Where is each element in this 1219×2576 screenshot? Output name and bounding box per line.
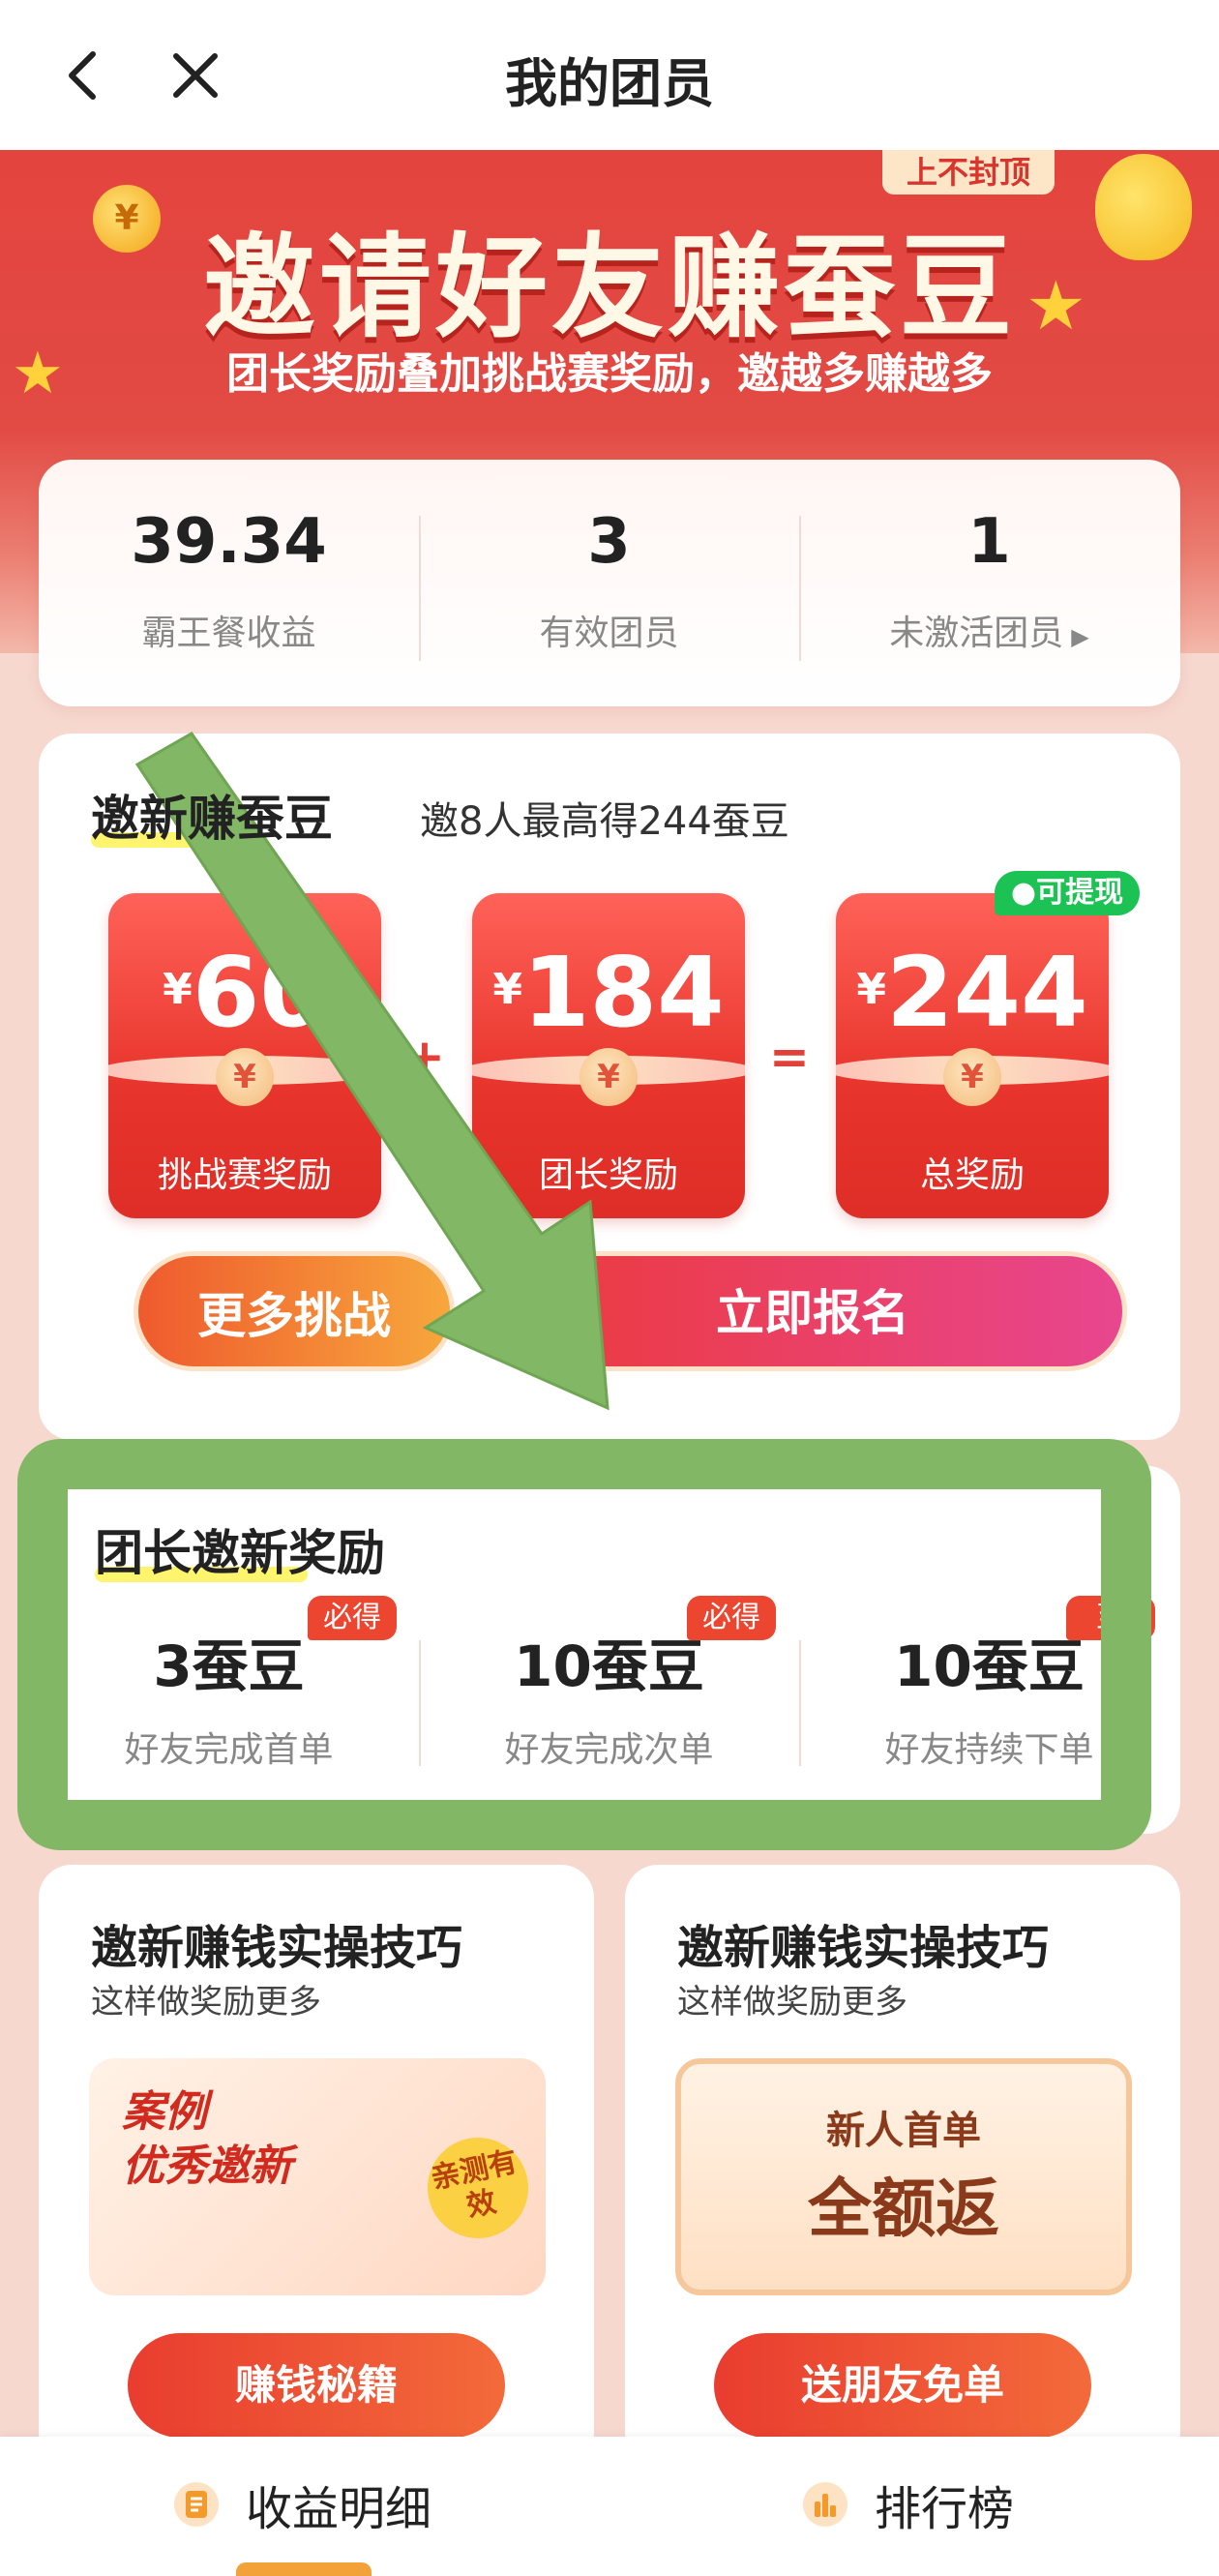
- currency-symbol: ¥: [856, 965, 886, 1014]
- tab-leaderboard[interactable]: 排行榜: [803, 2466, 1014, 2543]
- chevron-right-icon: ▶: [1071, 623, 1089, 650]
- bar-chart-icon: [803, 2482, 847, 2527]
- packet-amount: 244: [885, 936, 1088, 1049]
- invite-subtitle: 邀8人最高得244蚕豆: [420, 799, 789, 844]
- tab-label: 收益明细: [246, 2482, 432, 2536]
- tip-card-secrets[interactable]: 邀新赚钱实操技巧 这样做奖励更多 案例 优秀邀新 亲测有效 赚钱秘籍: [39, 1865, 594, 2465]
- tip-subtitle: 这样做奖励更多: [677, 1983, 907, 2022]
- banner-subtitle: 团长奖励叠加挑战赛奖励，邀越多赚越多: [226, 349, 993, 399]
- equals-sign: =: [769, 1029, 810, 1085]
- uncapped-tag: 上不封顶: [882, 150, 1055, 195]
- invite-title: 邀新赚蚕豆: [91, 791, 333, 847]
- stat-value: 1: [967, 506, 1011, 578]
- packet-amount: 60: [192, 936, 327, 1049]
- packet-amount: 184: [521, 936, 725, 1049]
- sign-up-now-button[interactable]: 立即报名: [498, 1251, 1127, 1371]
- banner-title: 邀请好友赚蚕豆: [203, 223, 1016, 353]
- packet-caption: 团长奖励: [538, 1155, 678, 1195]
- case-study-image: 案例 优秀邀新 亲测有效: [89, 2058, 546, 2295]
- full-refund-image: 新人首单 全额返: [675, 2058, 1132, 2295]
- packet-caption: 总奖励: [919, 1155, 1025, 1195]
- currency-symbol: ¥: [492, 965, 522, 1014]
- yuan-coin-icon: ¥: [943, 1048, 1001, 1106]
- stat-inactive-members[interactable]: 1 未激活团员 ▶: [799, 460, 1179, 706]
- currency-symbol: ¥: [163, 965, 193, 1014]
- stat-earnings[interactable]: 39.34 霸王餐收益: [39, 460, 419, 706]
- yuan-coin-icon: ¥: [580, 1048, 638, 1106]
- yuan-coin-icon: ¥: [216, 1048, 274, 1106]
- more-challenges-button[interactable]: 更多挑战: [134, 1251, 455, 1371]
- invite-title-wrap: 邀新赚蚕豆: [91, 780, 333, 850]
- tip-subtitle: 这样做奖励更多: [91, 1983, 321, 2022]
- packet-caption: 挑战赛奖励: [157, 1155, 332, 1195]
- tab-earnings-detail[interactable]: 收益明细: [174, 2466, 431, 2543]
- tested-seal: 亲测有效: [418, 2128, 538, 2248]
- withdrawable-badge: ●可提现: [995, 871, 1140, 915]
- red-packet-total: ¥244 ¥ 总奖励: [836, 893, 1109, 1218]
- document-icon: [174, 2482, 219, 2527]
- red-packet-challenge: ¥60 ¥ 挑战赛奖励: [108, 893, 381, 1218]
- stats-card: 39.34 霸王餐收益 3 有效团员 1 未激活团员 ▶: [39, 460, 1180, 706]
- leader-title-wrap: 团长邀新奖励: [95, 1514, 385, 1584]
- stat-value: 39.34: [131, 506, 327, 578]
- wechat-icon: ●: [1010, 876, 1037, 910]
- stat-label: 有效团员: [539, 614, 679, 653]
- tip-card-free-order[interactable]: 邀新赚钱实操技巧 这样做奖励更多 新人首单 全额返 送朋友免单: [625, 1865, 1180, 2465]
- leader-title: 团长邀新奖励: [95, 1525, 385, 1581]
- red-packet-leader: ¥184 ¥ 团长奖励: [472, 893, 745, 1218]
- active-tab-indicator: [236, 2562, 372, 2576]
- top-nav-bar: 我的团员: [0, 0, 1219, 150]
- plus-sign: +: [404, 1029, 445, 1085]
- tip-title: 邀新赚钱实操技巧: [677, 1921, 1050, 1975]
- stat-label: 霸王餐收益: [141, 614, 316, 653]
- page-title: 我的团员: [505, 53, 714, 114]
- gift-free-order-button[interactable]: 送朋友免单: [714, 2333, 1091, 2438]
- stat-label-text: 未激活团员: [889, 614, 1064, 653]
- stat-value: 3: [587, 506, 631, 578]
- money-secrets-button[interactable]: 赚钱秘籍: [128, 2333, 505, 2438]
- highlight-annotation-frame: [17, 1439, 1151, 1850]
- stat-valid-members[interactable]: 3 有效团员: [419, 460, 799, 706]
- tip-title: 邀新赚钱实操技巧: [91, 1921, 463, 1975]
- invite-reward-card: 邀新赚蚕豆 邀8人最高得244蚕豆 ¥60 ¥ 挑战赛奖励 + ¥184 ¥ 团…: [39, 734, 1180, 1440]
- tab-label: 排行榜: [875, 2482, 1015, 2536]
- stat-label: 未激活团员 ▶: [799, 605, 1179, 655]
- bottom-tab-bar: 收益明细 排行榜: [0, 2437, 1219, 2576]
